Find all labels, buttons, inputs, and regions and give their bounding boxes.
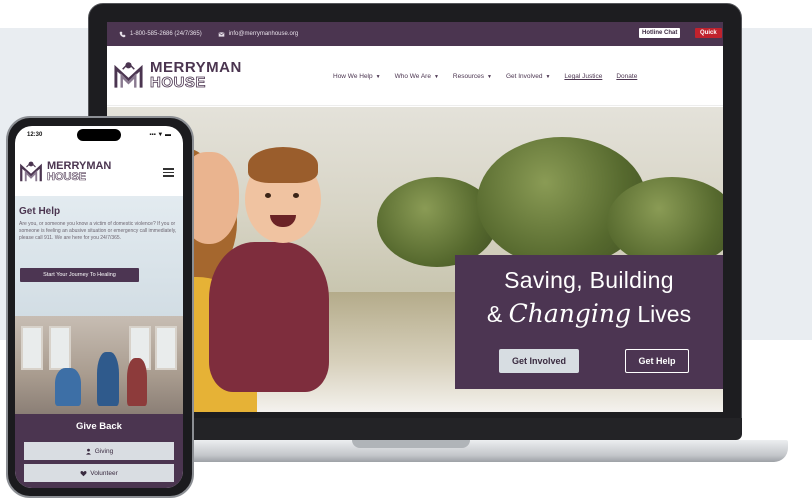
phone-number: 1-800-585-2686 (24/7/365)	[130, 31, 202, 37]
hotline-chat-button[interactable]: Hotline Chat	[639, 28, 681, 38]
hero-section: Saving, Building & Changing Lives Get In…	[107, 107, 723, 412]
email-contact[interactable]: info@merrymanhouse.org	[218, 31, 298, 38]
chevron-down-icon: ▼	[375, 73, 381, 80]
mobile-header: MERRYMAN HOUSE	[15, 148, 183, 196]
nav-item-resources[interactable]: Resources ▼	[453, 73, 492, 80]
logo-word-house: HOUSE	[47, 170, 87, 183]
logo-word-merryman: MERRYMAN	[47, 159, 112, 172]
photo-window	[49, 326, 71, 370]
nav-item-how-we-help[interactable]: How We Help ▼	[333, 73, 381, 80]
hamburger-menu-icon[interactable]	[163, 168, 174, 177]
give-back-section: Give Back Giving Volunteer	[15, 414, 183, 488]
photo-person	[55, 368, 81, 406]
status-signal: ▪▪▪ ▼ ▬	[149, 132, 171, 138]
get-help-section: Get Help Are you, or someone you know a …	[15, 196, 183, 316]
heart-icon	[80, 470, 87, 476]
merryman-logo-mark-icon	[20, 161, 42, 182]
chevron-down-icon: ▼	[486, 73, 492, 80]
chevron-down-icon: ▼	[545, 73, 551, 80]
giving-button[interactable]: Giving	[24, 442, 174, 460]
nav-item-get-involved[interactable]: Get Involved ▼	[506, 73, 550, 80]
hero-lives-word: Lives	[637, 301, 692, 327]
background-tree	[607, 177, 723, 267]
hero-photo-eye	[293, 193, 299, 198]
laptop-notch	[352, 440, 470, 448]
photo-window	[155, 326, 177, 370]
chevron-down-icon: ▼	[433, 73, 439, 80]
site-logo[interactable]: MERRYMAN HOUSE	[113, 60, 242, 90]
nav-item-legal-justice[interactable]: Legal Justice	[564, 73, 602, 80]
hero-photo-child-shirt	[209, 242, 329, 392]
envelope-icon	[218, 31, 225, 37]
dynamic-island	[77, 129, 121, 141]
start-journey-button[interactable]: Start Your Journey To Healing	[20, 268, 139, 282]
quick-exit-button[interactable]: Quick	[695, 28, 722, 38]
photo-person	[97, 352, 119, 406]
logo-word-house: HOUSE	[150, 74, 206, 91]
site-header: MERRYMAN HOUSE How We Help ▼ Who We Are ▼ …	[107, 46, 723, 106]
email-address: info@merrymanhouse.org	[228, 31, 299, 37]
give-back-heading: Give Back	[76, 421, 122, 432]
utility-bar: 1-800-585-2686 (24/7/365) info@merrymanh…	[107, 22, 723, 46]
hero-message-panel: Saving, Building & Changing Lives Get In…	[455, 255, 723, 389]
nav-item-donate[interactable]: Donate	[616, 73, 637, 80]
volunteer-photo	[15, 316, 183, 414]
phone-icon	[119, 31, 126, 37]
hero-script-word: Changing	[508, 299, 631, 328]
hero-photo-eye	[265, 193, 271, 198]
status-time: 12:30	[27, 132, 43, 138]
volunteer-label: Volunteer	[90, 469, 118, 477]
get-help-button[interactable]: Get Help	[625, 349, 689, 373]
logo-word-merryman: MERRYMAN	[150, 59, 242, 76]
person-icon	[85, 448, 91, 455]
volunteer-button[interactable]: Volunteer	[24, 464, 174, 482]
hero-ampersand: &	[486, 301, 503, 327]
photo-window	[21, 326, 43, 370]
phone-contact[interactable]: 1-800-585-2686 (24/7/365)	[119, 31, 202, 38]
mobile-site-logo[interactable]: MERRYMAN HOUSE	[19, 160, 111, 183]
hero-headline-line1: Saving, Building	[504, 267, 674, 293]
get-help-body: Are you, or someone you know a victim of…	[19, 221, 177, 241]
desktop-website: 1-800-585-2686 (24/7/365) info@merrymanh…	[107, 22, 723, 412]
device-mockup-stage: 1-800-585-2686 (24/7/365) info@merrymanh…	[0, 0, 812, 503]
nav-item-who-we-are[interactable]: Who We Are ▼	[395, 73, 439, 80]
get-help-heading: Get Help	[19, 206, 61, 217]
photo-person	[127, 358, 147, 406]
hero-photo-child-hair	[248, 147, 318, 183]
mobile-website: 12:30 ▪▪▪ ▼ ▬ MERRYMAN HOUSE Get Help Ar…	[15, 126, 183, 488]
get-involved-button[interactable]: Get Involved	[499, 349, 579, 373]
merryman-logo-mark-icon	[114, 62, 143, 88]
hero-headline-line2: & Changing Lives	[455, 299, 723, 328]
giving-label: Giving	[94, 447, 114, 455]
main-nav: How We Help ▼ Who We Are ▼ Resources ▼ Get …	[333, 73, 637, 80]
